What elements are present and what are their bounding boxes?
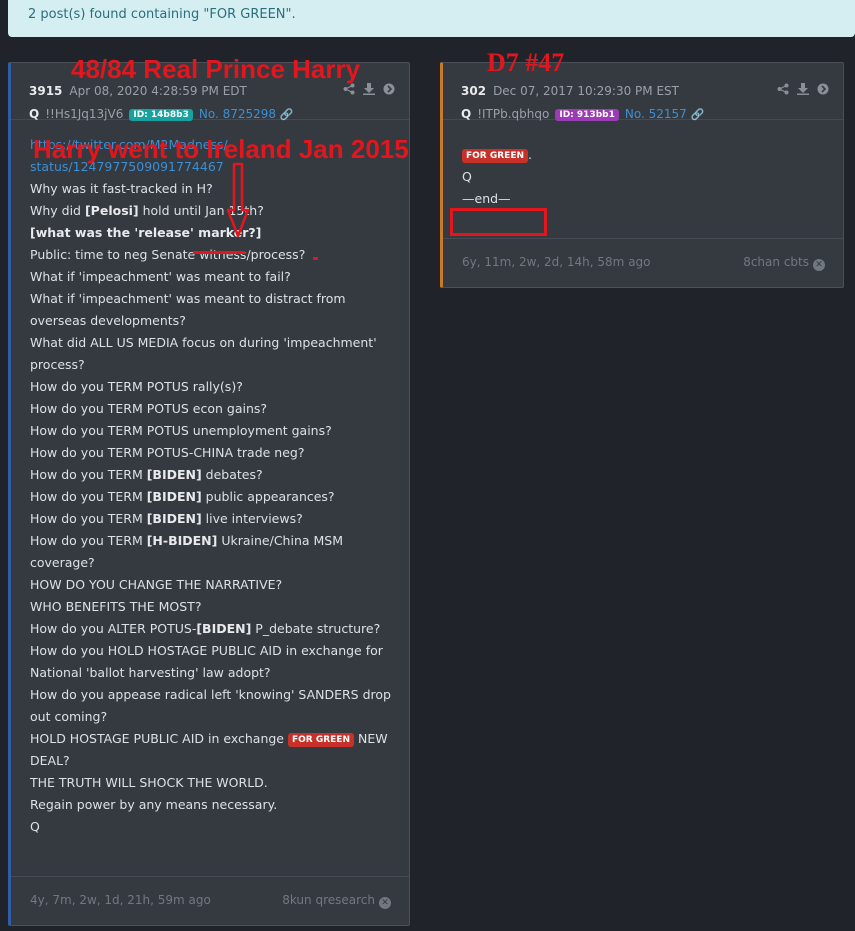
body-line: process? [30, 357, 85, 372]
annotation-right-title: D7 #47 [487, 48, 565, 77]
post-age: 4y, 7m, 2w, 1d, 21h, 59m ago [30, 893, 211, 907]
forward-icon[interactable] [817, 83, 829, 98]
share-icon[interactable] [343, 83, 355, 98]
body-line: How do you TERM POTUS-CHINA trade neg? [30, 445, 305, 460]
post-card-302: 302 Dec 07, 2017 10:29:30 PM EST Q !ITPb.q… [440, 62, 844, 288]
body-line: How do you TERM POTUS unemployment gains… [30, 423, 332, 438]
post-no-link[interactable]: No. 8725298 [199, 107, 276, 121]
link-icon[interactable]: 🔗 [280, 108, 294, 121]
body-line: National 'ballot harvesting' law adopt? [30, 665, 271, 680]
post-no-link[interactable]: No. 52157 [625, 107, 687, 121]
search-result-text: 2 post(s) found containing "FOR GREEN". [28, 7, 296, 22]
body-line: How do you TERM [BIDEN] debates? [30, 467, 263, 482]
id-badge: ID: 14b8b3 [129, 109, 193, 121]
body-line: How do you TERM [H-BIDEN] Ukraine/China … [30, 533, 344, 548]
search-highlight-tag: FOR GREEN [462, 149, 529, 163]
id-badge: ID: 913bb1 [555, 109, 619, 121]
link-icon[interactable]: 🔗 [691, 108, 705, 121]
annotation-arrow [226, 162, 250, 238]
body-line: DEAL? [30, 753, 70, 768]
body-line: How do you appease radical left 'knowing… [30, 687, 391, 702]
post-number[interactable]: 302 [461, 84, 486, 98]
body-line: HOW DO YOU CHANGE THE NARRATIVE? [30, 577, 283, 592]
body-line: How do you HOLD HOSTAGE PUBLIC AID in ex… [30, 643, 383, 658]
end-line: —end— [462, 191, 511, 206]
body-line: Why was it fast-tracked in H? [30, 181, 213, 196]
tripcode: !!Hs1Jq13jV6 [45, 107, 124, 121]
post-actions [777, 83, 829, 98]
post-footer: 4y, 7m, 2w, 1d, 21h, 59m ago 8kun qresea… [11, 876, 409, 925]
body-line: What if 'impeachment' was meant to distr… [30, 291, 346, 306]
body-line: How do you TERM [BIDEN] live interviews? [30, 511, 303, 526]
annotation-dot [313, 257, 318, 260]
post-source[interactable]: 8kun qresearch ✕ [282, 893, 391, 909]
body-line: Q [30, 819, 40, 834]
body-line: overseas developments? [30, 313, 186, 328]
body-line: Public: time to neg Senate witness/proce… [30, 247, 306, 262]
post-number[interactable]: 3915 [29, 84, 62, 98]
post-author: Q [461, 107, 472, 121]
body-line: Q [462, 169, 472, 184]
body-line: coverage? [30, 555, 95, 570]
body-line: How do you TERM [BIDEN] public appearanc… [30, 489, 335, 504]
body-line: How do you TERM POTUS rally(s)? [30, 379, 243, 394]
body-line: WHO BENEFITS THE MOST? [30, 599, 202, 614]
post-actions [343, 83, 395, 98]
body-line: Regain power by any means necessary. [30, 797, 278, 812]
close-icon[interactable]: ✕ [379, 897, 391, 909]
annotation-left-note: Harry went to Ireland Jan 2015 [33, 134, 409, 164]
search-highlight-tag: FOR GREEN [287, 733, 354, 747]
download-icon[interactable] [363, 83, 376, 98]
post-author: Q [29, 107, 40, 121]
tripcode: !ITPb.qbhqo [477, 107, 550, 121]
post-date: Apr 08, 2020 4:28:59 PM EDT [69, 84, 247, 98]
post-age: 6y, 11m, 2w, 2d, 14h, 58m ago [462, 255, 651, 269]
body-line: Why did [Pelosi] hold until Jan 15th? [30, 203, 264, 218]
annotation-box [450, 208, 547, 236]
forward-icon[interactable] [383, 83, 395, 98]
download-icon[interactable] [797, 83, 810, 98]
annotation-left-title: 48/84 Real Prince Harry [71, 54, 361, 84]
share-icon[interactable] [777, 83, 789, 98]
body-line: [what was the 'release' marker?] [30, 225, 262, 240]
body-line: THE TRUTH WILL SHOCK THE WORLD. [30, 775, 268, 790]
post-body: FOR GREEN. Q —end— [443, 120, 843, 210]
post-body: https://twitter.com/M2Madness/ status/12… [11, 120, 409, 838]
post-date: Dec 07, 2017 10:29:30 PM EST [493, 84, 679, 98]
body-line: What if 'impeachment' was meant to fail? [30, 269, 291, 284]
body-line: out coming? [30, 709, 108, 724]
body-line: What did ALL US MEDIA focus on during 'i… [30, 335, 377, 350]
post-card-3915: 3915 Apr 08, 2020 4:28:59 PM EDT Q !!Hs1Jq… [8, 62, 410, 926]
annotation-underline [193, 251, 245, 254]
search-result-banner: 2 post(s) found containing "FOR GREEN". [8, 0, 855, 37]
body-line: FOR GREEN. [462, 144, 825, 166]
post-footer: 6y, 11m, 2w, 2d, 14h, 58m ago 8chan cbts… [443, 238, 843, 287]
body-line: How do you ALTER POTUS-[BIDEN] P_debate … [30, 621, 381, 636]
post-source[interactable]: 8chan cbts ✕ [743, 255, 825, 271]
body-line: How do you TERM POTUS econ gains? [30, 401, 268, 416]
close-icon[interactable]: ✕ [813, 259, 825, 271]
body-line: HOLD HOSTAGE PUBLIC AID in exchange FOR … [30, 731, 388, 747]
